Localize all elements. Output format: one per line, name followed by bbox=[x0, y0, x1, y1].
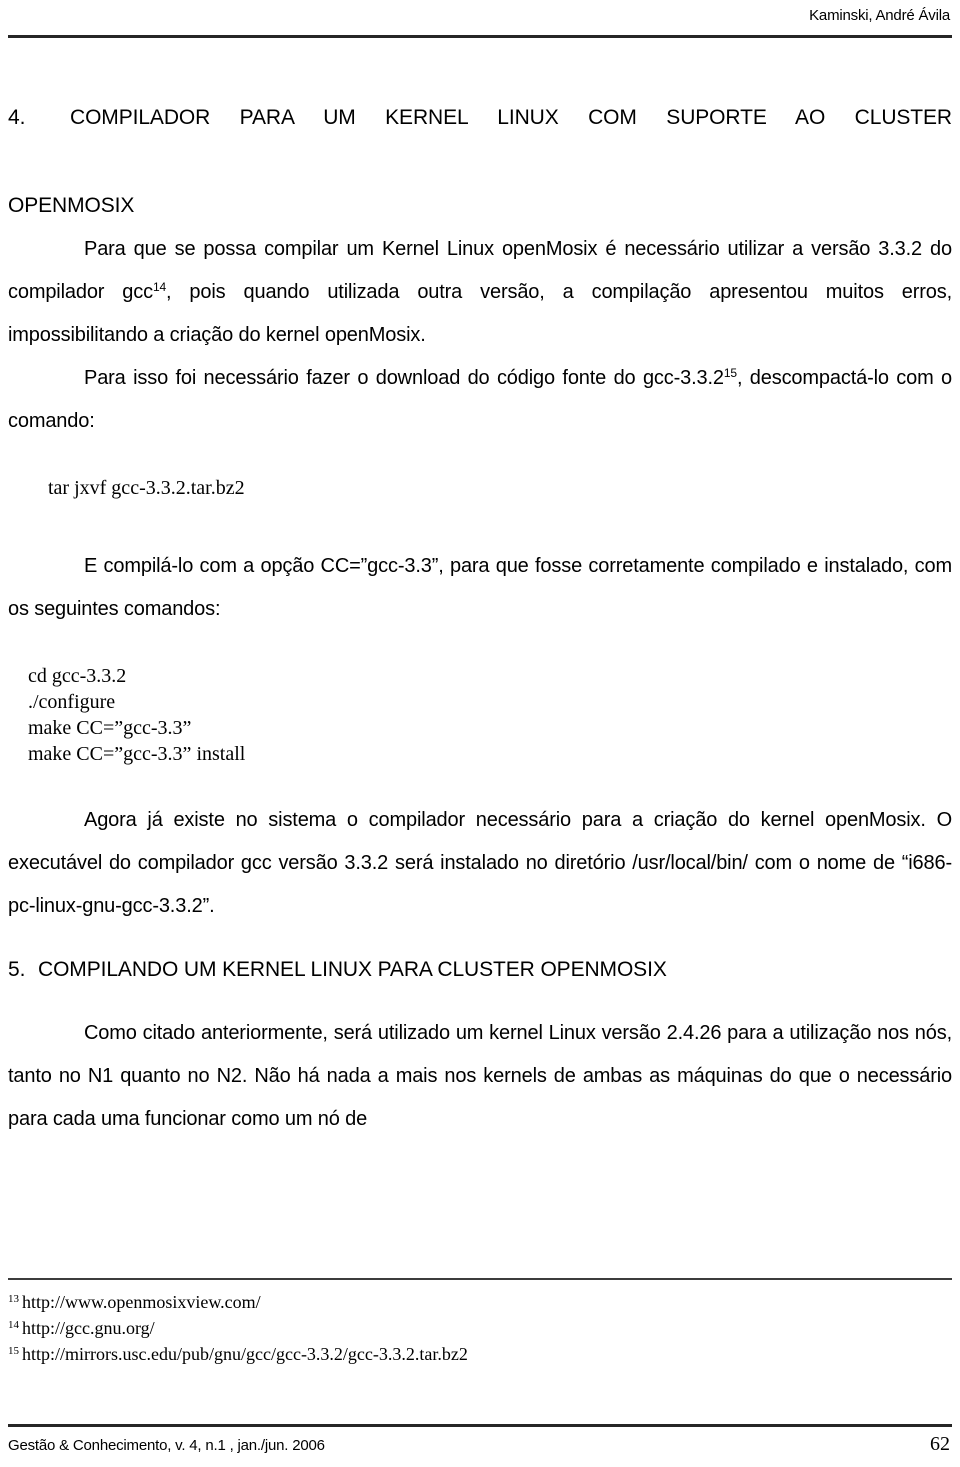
section-heading-4-line1: 4. COMPILADOR PARA UM KERNEL LINUX COM SU… bbox=[8, 96, 952, 184]
footnote-item: 15 http://mirrors.usc.edu/pub/gnu/gcc/gcc… bbox=[8, 1341, 952, 1367]
footnote-ref-15[interactable]: 15 bbox=[724, 366, 737, 380]
code-block-build: cd gcc-3.3.2 ./configure make CC=”gcc-3.… bbox=[28, 665, 246, 765]
paragraph-4: Agora já existe no sistema o compilador … bbox=[8, 799, 952, 928]
header-author-name: Kaminski, André Ávila bbox=[809, 7, 950, 24]
paragraph-3: E compilá-lo com a opção CC=”gcc-3.3”, p… bbox=[8, 545, 952, 631]
paragraph-2: Para isso foi necessário fazer o downloa… bbox=[8, 357, 952, 443]
paragraph-5-text: Como citado anteriormente, será utilizad… bbox=[8, 1022, 952, 1130]
footer-row: Gestão & Conhecimento, v. 4, n.1 , jan./… bbox=[8, 1427, 952, 1456]
footnote-item: 13 http://www.openmosixview.com/ bbox=[8, 1289, 952, 1315]
footnote-url[interactable]: http://gcc.gnu.org/ bbox=[22, 1318, 155, 1338]
document-page: Kaminski, André Ávila 4. COMPILADOR PARA … bbox=[0, 0, 960, 1467]
paragraph-2-text-a: Para isso foi necessário fazer o downloa… bbox=[84, 367, 724, 389]
section-heading-5-number: 5. bbox=[8, 958, 26, 981]
code-block-extract: tar jxvf gcc-3.3.2.tar.bz2 bbox=[8, 477, 245, 499]
page-header: Kaminski, André Ávila bbox=[8, 0, 952, 40]
section-heading-5-title: COMPILANDO UM KERNEL LINUX PARA CLUSTER … bbox=[38, 958, 667, 981]
footnote-url[interactable]: http://www.openmosixview.com/ bbox=[22, 1292, 261, 1312]
document-content: 4. COMPILADOR PARA UM KERNEL LINUX COM SU… bbox=[8, 52, 952, 1467]
footnote-separator bbox=[8, 1278, 952, 1280]
footnote-marker: 13 bbox=[8, 1293, 19, 1305]
paragraph-3-text: E compilá-lo com a opção CC=”gcc-3.3”, p… bbox=[8, 555, 952, 620]
page-number: 62 bbox=[930, 1433, 950, 1455]
paragraph-4-text: Agora já existe no sistema o compilador … bbox=[8, 809, 952, 917]
footnote-item: 14 http://gcc.gnu.org/ bbox=[8, 1315, 952, 1341]
section-heading-4-title-line2: OPENMOSIX bbox=[8, 194, 135, 217]
journal-citation: Gestão & Conhecimento, v. 4, n.1 , jan./… bbox=[8, 1437, 325, 1454]
header-divider bbox=[8, 35, 952, 38]
paragraph-1: Para que se possa compilar um Kernel Lin… bbox=[8, 228, 952, 357]
paragraph-5: Como citado anteriormente, será utilizad… bbox=[8, 1012, 952, 1141]
page-footer: Gestão & Conhecimento, v. 4, n.1 , jan./… bbox=[8, 1424, 952, 1456]
footnote-marker: 14 bbox=[8, 1319, 19, 1331]
footnote-marker: 15 bbox=[8, 1345, 19, 1357]
section-heading-4-title-line1: COMPILADOR PARA UM KERNEL LINUX COM SUPO… bbox=[70, 106, 952, 129]
footnote-ref-14[interactable]: 14 bbox=[153, 280, 166, 294]
section-heading-5: 5. COMPILANDO UM KERNEL LINUX PARA CLUSTE… bbox=[8, 948, 952, 992]
section-heading-4: 4. COMPILADOR PARA UM KERNEL LINUX COM SU… bbox=[8, 96, 952, 228]
footnotes-area: 13 http://www.openmosixview.com/ 14 http:/… bbox=[8, 1278, 952, 1367]
footnote-url[interactable]: http://mirrors.usc.edu/pub/gnu/gcc/gcc-3… bbox=[22, 1344, 468, 1364]
section-heading-4-number: 4. bbox=[8, 106, 26, 129]
